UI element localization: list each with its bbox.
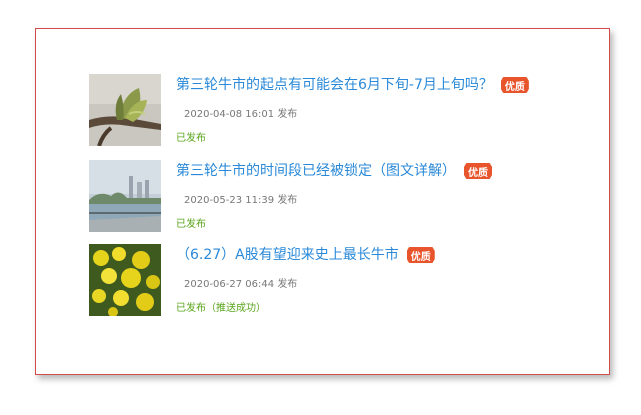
publish-meta: 2020-04-08 16:01 发布 [184, 108, 297, 122]
quality-badge: 优质 [406, 247, 435, 263]
publish-datetime: 2020-04-08 16:01 [184, 109, 275, 120]
bud-icon [89, 74, 161, 146]
publish-datetime: 2020-05-23 11:39 [184, 195, 275, 206]
article-thumbnail[interactable] [89, 160, 161, 232]
lake-icon [89, 160, 161, 232]
publish-datetime: 2020-06-27 06:44 [184, 279, 275, 290]
status-label: 已发布 [176, 219, 206, 230]
article-title-link[interactable]: 第三轮牛市的起点有可能会在6月下旬-7月上旬吗？ [176, 75, 493, 95]
article-title-row: 第三轮牛市的时间段已经被锁定（图文详解） 优质 [176, 161, 492, 181]
article-title-row: （6.27）A股有望迎来史上最长牛市 优质 [176, 245, 435, 265]
quality-badge: 优质 [464, 163, 492, 179]
article-thumbnail[interactable] [89, 74, 161, 146]
list-item: （6.27）A股有望迎来史上最长牛市 优质 2020-06-27 06:44 发… [89, 244, 589, 318]
article-thumbnail[interactable] [89, 244, 161, 316]
list-item: 第三轮牛市的起点有可能会在6月下旬-7月上旬吗？ 优质 2020-04-08 1… [89, 74, 589, 148]
publish-action-label: 发布 [277, 279, 298, 290]
list-item: 第三轮牛市的时间段已经被锁定（图文详解） 优质 2020-05-23 11:39… [89, 160, 589, 234]
yellow-flowers-icon [89, 244, 161, 316]
article-title-link[interactable]: （6.27）A股有望迎来史上最长牛市 [176, 245, 399, 265]
publish-action-label: 发布 [277, 109, 298, 120]
status-label: 已发布 [176, 133, 206, 144]
article-list-panel: 第三轮牛市的起点有可能会在6月下旬-7月上旬吗？ 优质 2020-04-08 1… [35, 28, 610, 375]
quality-badge: 优质 [500, 77, 529, 93]
publish-action-label: 发布 [277, 195, 298, 206]
publish-meta: 2020-05-23 11:39 发布 [184, 194, 297, 208]
article-title-row: 第三轮牛市的起点有可能会在6月下旬-7月上旬吗？ 优质 [176, 75, 529, 95]
publish-meta: 2020-06-27 06:44 发布 [184, 278, 297, 292]
article-title-link[interactable]: 第三轮牛市的时间段已经被锁定（图文详解） [176, 161, 456, 181]
status-label: 已发布（推送成功） [176, 303, 266, 314]
